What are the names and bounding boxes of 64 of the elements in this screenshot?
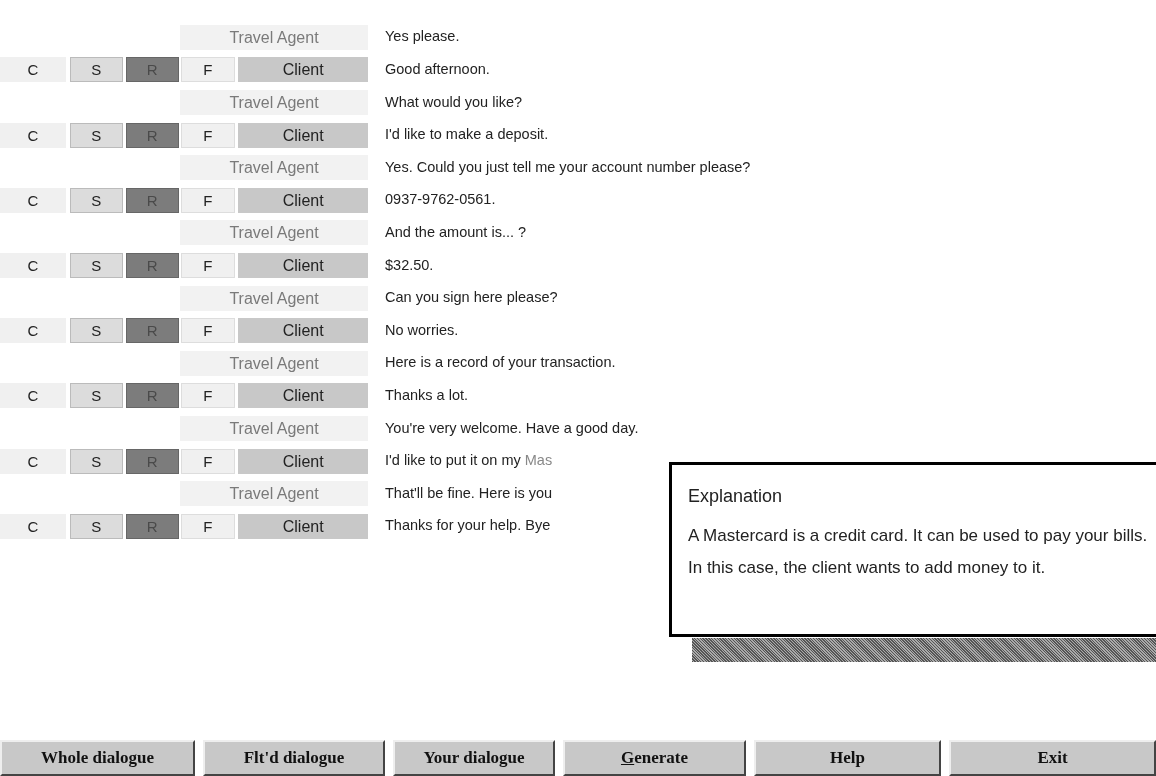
option-button[interactable]: C	[0, 187, 66, 213]
option-button[interactable]: S	[69, 122, 123, 148]
speaker-label: Client	[238, 448, 368, 474]
option-button[interactable]: S	[69, 513, 123, 539]
dialogue-line: No worries.	[385, 320, 459, 340]
speaker-label: Client	[238, 187, 368, 213]
option-button[interactable]: F	[180, 513, 236, 539]
dialogue-line: Thanks a lot.	[385, 385, 468, 405]
option-button[interactable]: C	[0, 448, 66, 474]
dialogue-line: Yes. Could you just tell me your account number please?	[385, 157, 751, 177]
dialogue-line: Thanks for your help. Bye	[385, 516, 551, 536]
option-button[interactable]: F	[180, 57, 236, 83]
option-button[interactable]: F	[180, 448, 236, 474]
dialogue-line: That'll be fine. Here is you	[385, 483, 553, 503]
toolbar-button[interactable]: Help	[754, 740, 941, 776]
option-button[interactable]: F	[180, 383, 236, 409]
popup-title: Explanation	[688, 485, 784, 508]
dialogue-line: I'd like to make a deposit.	[385, 125, 549, 145]
toolbar-button[interactable]: Whole dialogue	[0, 740, 195, 776]
toolbar-button[interactable]: Exit	[949, 740, 1156, 776]
option-button[interactable]: F	[180, 318, 236, 344]
speaker-label: Travel Agent	[180, 220, 368, 246]
option-button[interactable]: S	[69, 252, 123, 278]
dialogue-line: $32.50.	[385, 255, 434, 275]
option-button[interactable]: C	[0, 252, 66, 278]
toolbar-button[interactable]: Generate	[563, 740, 746, 776]
speaker-label: Client	[238, 383, 368, 409]
speaker-label: Travel Agent	[180, 90, 368, 115]
option-button[interactable]: S	[69, 57, 123, 83]
option-button[interactable]: F	[180, 187, 236, 213]
speaker-label: Travel Agent	[180, 481, 368, 507]
speaker-label: Travel Agent	[180, 24, 368, 50]
option-button[interactable]: C	[0, 122, 66, 148]
speaker-label: Client	[238, 513, 368, 539]
dialogue-line: Here is a record of your transaction.	[385, 353, 616, 373]
option-button[interactable]: F	[180, 122, 236, 148]
option-button[interactable]: S	[69, 383, 123, 409]
popup-text: A Mastercard is a credit card. It can be used to pay your bills. In this case, the client wants to add money to it.	[688, 525, 1149, 579]
speaker-label: Travel Agent	[180, 415, 368, 441]
speaker-label: Client	[238, 252, 368, 278]
speaker-label: Client	[238, 122, 368, 148]
toolbar-button[interactable]: Flt'd dialogue	[203, 740, 385, 776]
dialogue-line: Good afternoon.	[385, 60, 490, 79]
toolbar-button[interactable]: Your dialogue	[393, 740, 555, 776]
dialogue-line: And the amount is... ?	[385, 223, 527, 242]
option-button[interactable]: S	[69, 318, 123, 344]
dialogue-line: Yes please.	[385, 27, 460, 47]
speaker-label: Travel Agent	[180, 155, 368, 181]
speaker-label: Travel Agent	[180, 350, 368, 376]
dialogue-line: Can you sign here please?	[385, 288, 558, 308]
option-button[interactable]: S	[69, 187, 123, 213]
dialogue-line: You're very welcome. Have a good day.	[385, 418, 639, 438]
option-button[interactable]: S	[69, 448, 123, 474]
dialogue-line: 0937-9762-0561.	[385, 190, 496, 210]
speaker-label: Client	[238, 318, 368, 344]
dialogue-line: What would you like?	[385, 92, 522, 112]
speaker-label: Travel Agent	[180, 285, 368, 311]
option-button[interactable]: F	[180, 252, 236, 278]
option-button[interactable]: C	[0, 57, 66, 83]
option-button[interactable]: C	[0, 513, 66, 539]
speaker-label: Client	[238, 57, 368, 83]
dialogue-line: I'd like to put it on my Mas	[385, 451, 553, 471]
option-button[interactable]: C	[0, 318, 66, 344]
option-button[interactable]: C	[0, 383, 66, 409]
